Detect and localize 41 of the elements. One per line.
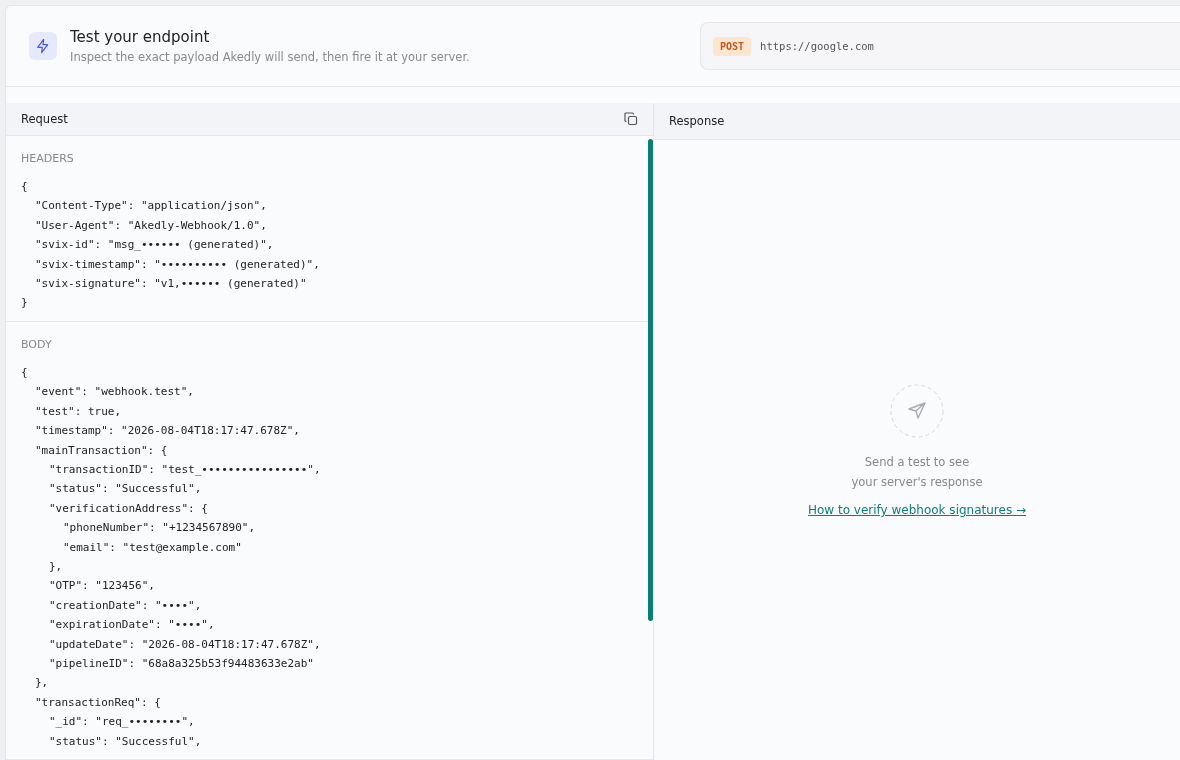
code-line: "status": "Successful", xyxy=(49,733,203,750)
code-line: "status": "Successful", xyxy=(49,481,203,498)
code-line: "svix-signature": "v1,•••••• (generated)" xyxy=(35,276,308,293)
code-line: "svix-timestamp": "•••••••••• (generated)", xyxy=(35,256,321,273)
code-line: "verificationAddress": { xyxy=(49,500,209,517)
code-line: { xyxy=(21,364,29,381)
code-line: "mainTransaction": { xyxy=(35,442,169,459)
send-icon xyxy=(890,384,944,438)
code-line: "updateDate": "2026-08-04T18:17:47.678Z", xyxy=(49,636,322,653)
copy-icon[interactable] xyxy=(624,112,638,126)
bolt-icon xyxy=(29,32,57,60)
method-badge: POST xyxy=(713,36,752,56)
code-line: "_id": "req_••••••••", xyxy=(49,714,196,731)
code-line: "pipelineID": "68a8a325b53f94483633e2ab" xyxy=(49,655,315,672)
code-line: { xyxy=(21,179,29,196)
code-line: "svix-id": "msg_•••••• (generated)", xyxy=(35,237,275,254)
section-label: BODY xyxy=(21,337,53,351)
code-line: }, xyxy=(49,558,64,575)
code-line: "creationDate": "••••", xyxy=(49,597,203,614)
code-line: } xyxy=(21,295,29,312)
panel-title: Request xyxy=(21,112,68,126)
signature-help-link[interactable]: How to verify webhook signatures → xyxy=(807,503,1027,517)
code-line: }, xyxy=(35,675,50,692)
empty-message: Send a test to see your server's response xyxy=(851,454,983,491)
code-line: "test": true, xyxy=(35,403,123,420)
code-line: "event": "webhook.test", xyxy=(35,384,195,401)
code-line: "phoneNumber": "+1234567890", xyxy=(63,520,257,537)
endpoint-url: https://google.com xyxy=(760,40,874,52)
code-line: "transactionID": "test_••••••••••••••••", xyxy=(49,461,322,478)
panel-title: Response xyxy=(669,114,725,128)
code-line: "transactionReq": { xyxy=(35,694,162,711)
code-line: "timestamp": "2026-08-04T18:17:47.678Z", xyxy=(35,423,301,440)
code-line: "Content-Type": "application/json", xyxy=(35,198,268,215)
dialog-subtitle: Inspect the exact payload Akedly will send, then fire it at your server. xyxy=(70,50,471,64)
code-line: "User-Agent": "Akedly-Webhook/1.0", xyxy=(35,217,268,234)
code-line: "expirationDate": "••••", xyxy=(49,617,216,634)
code-line: "email": "test@example.com" xyxy=(63,539,243,556)
dialog-title: Test your endpoint xyxy=(70,28,211,46)
code-line: "OTP": "123456", xyxy=(49,578,156,595)
section-label: HEADERS xyxy=(21,152,75,166)
scrollbar[interactable] xyxy=(648,139,653,621)
